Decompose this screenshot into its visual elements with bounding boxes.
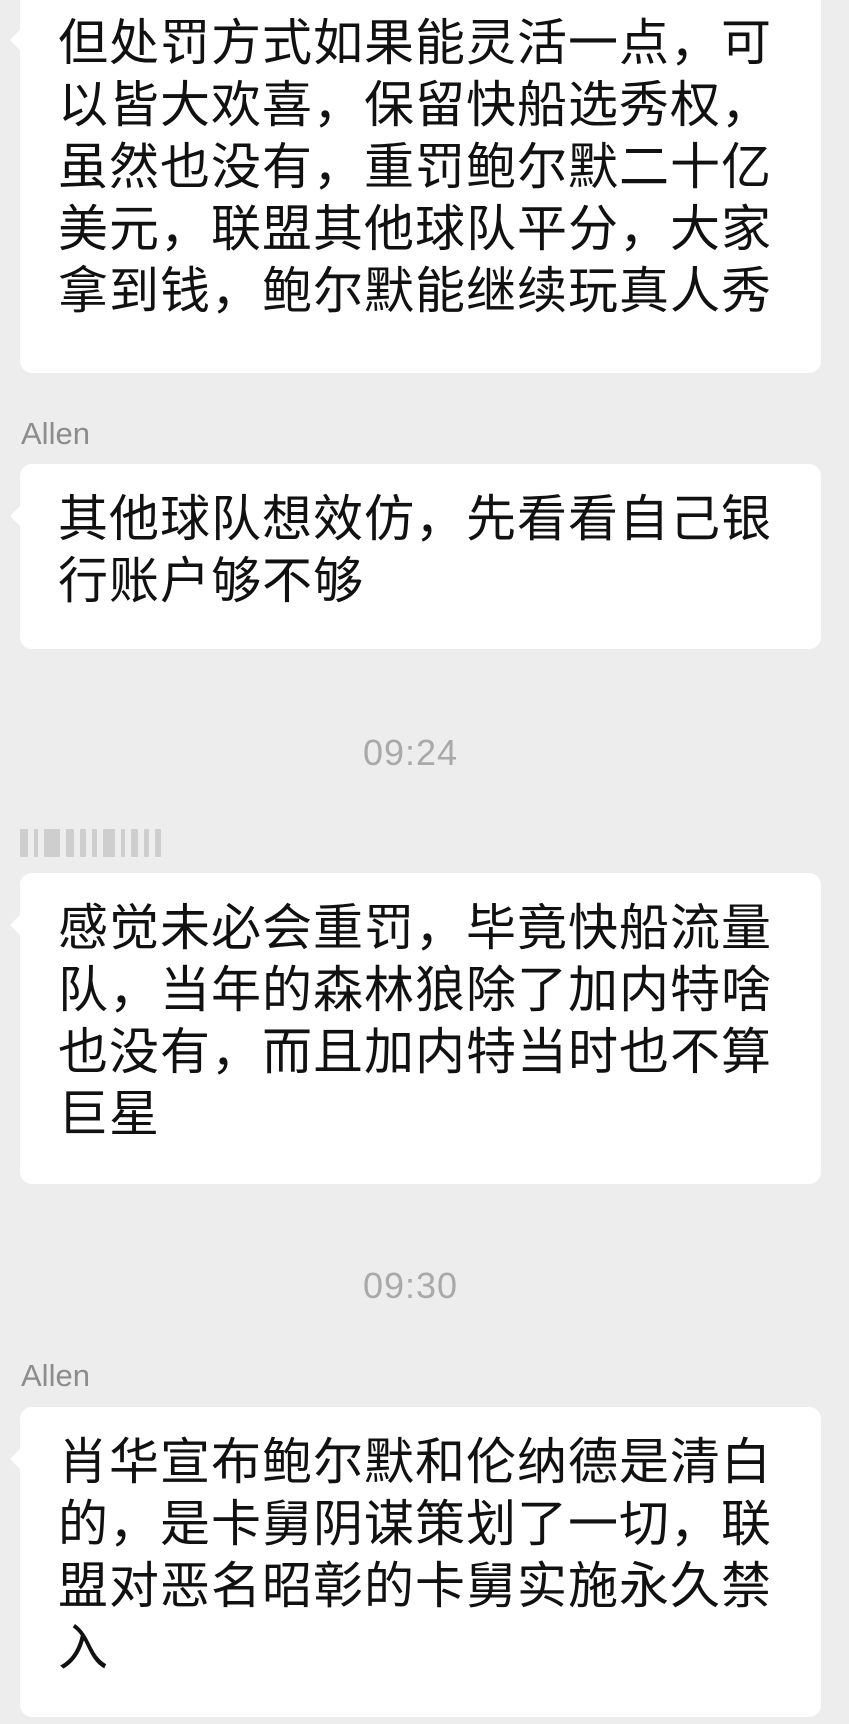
message-bubble[interactable]: 其他球队想效仿，先看看自己银行账户够不够: [10, 464, 821, 649]
message-text: 其他球队想效仿，先看看自己银行账户够不够: [58, 490, 772, 610]
message-text: 感觉未必会重罚，毕竟快船流量队，当年的森林狼除了加内特啥也没有，而且加内特当时也…: [58, 899, 772, 1143]
message-bubble[interactable]: 感觉未必会重罚，毕竟快船流量队，当年的森林狼除了加内特啥也没有，而且加内特当时也…: [10, 873, 821, 1184]
sender-name[interactable]: Allen: [21, 1358, 90, 1394]
sender-name[interactable]: Allen: [21, 416, 90, 452]
message-text: 肖华宣布鲍尔默和伦纳德是清白的，是卡舅阴谋策划了一切，联盟对恶名昭彰的卡舅实施永…: [58, 1433, 772, 1677]
message-bubble[interactable]: 但处罚方式如果能灵活一点，可以皆大欢喜，保留快船选秀权，虽然也没有，重罚鲍尔默二…: [10, 0, 821, 373]
redacted-sender-name: [20, 829, 165, 857]
message-bubble[interactable]: 肖华宣布鲍尔默和伦纳德是清白的，是卡舅阴谋策划了一切，联盟对恶名昭彰的卡舅实施永…: [10, 1407, 821, 1717]
timestamp: 09:30: [362, 1265, 459, 1306]
chat-conversation: 但处罚方式如果能灵活一点，可以皆大欢喜，保留快船选秀权，虽然也没有，重罚鲍尔默二…: [0, 0, 849, 1724]
timestamp: 09:24: [362, 732, 459, 773]
message-text: 但处罚方式如果能灵活一点，可以皆大欢喜，保留快船选秀权，虽然也没有，重罚鲍尔默二…: [58, 14, 772, 320]
